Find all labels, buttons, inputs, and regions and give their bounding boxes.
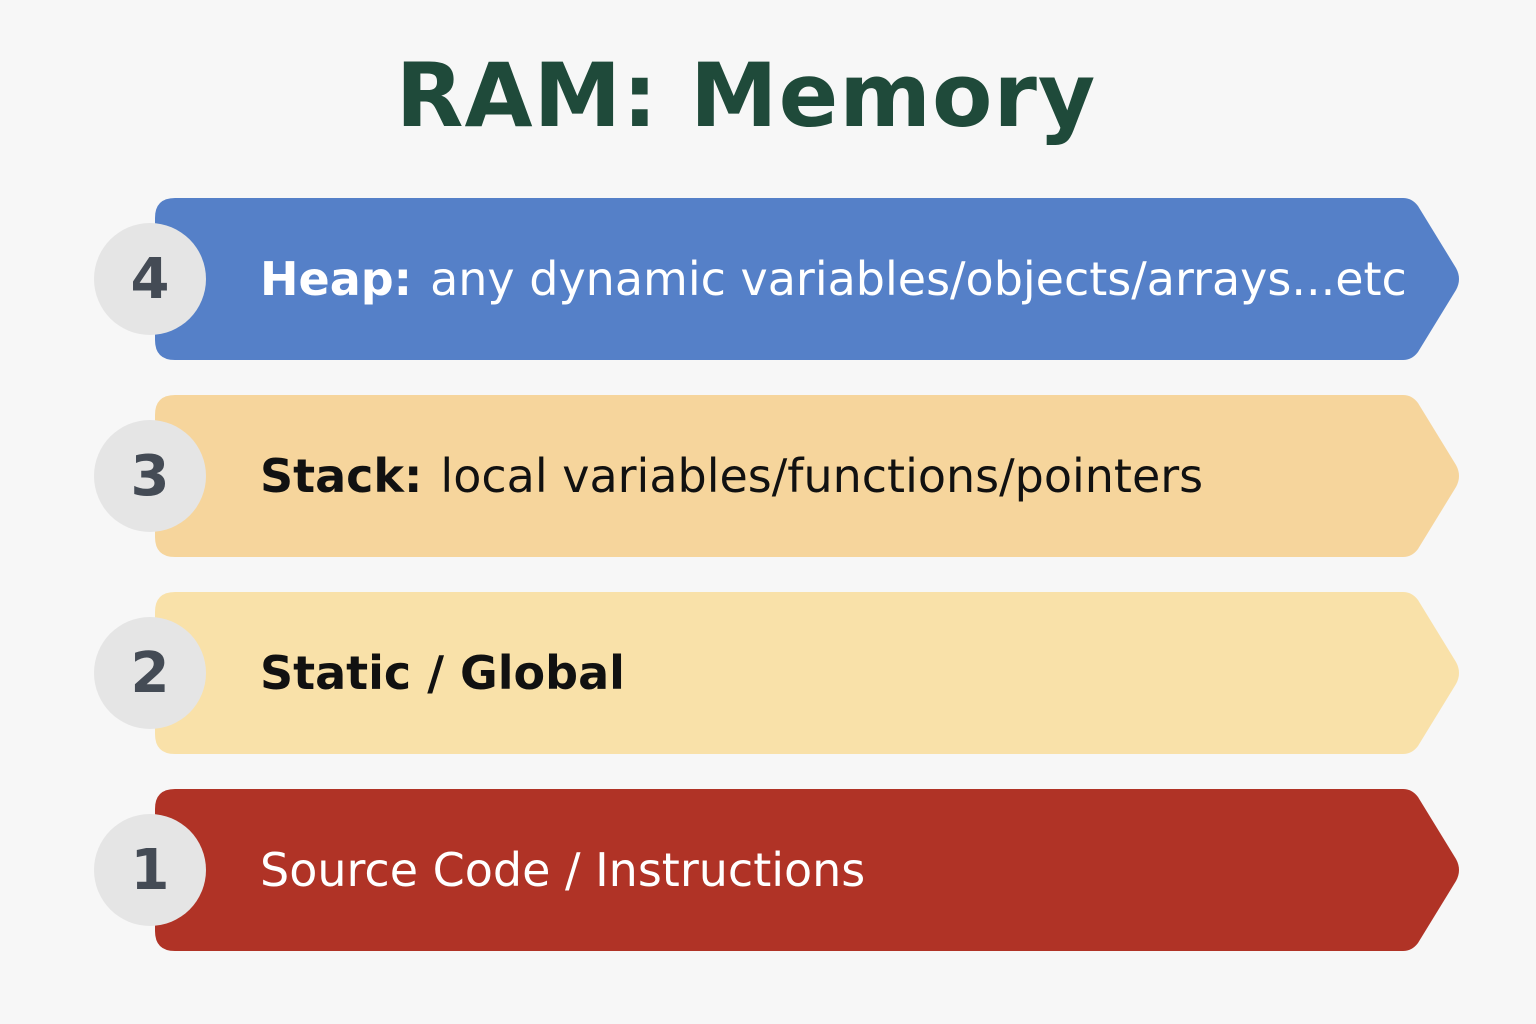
- segment-heap-number: 4: [94, 223, 206, 335]
- segment-static-global: 2 Static / Global: [0, 592, 1536, 754]
- segment-static-global-term: Static / Global: [260, 646, 625, 700]
- segment-stack-number: 3: [94, 420, 206, 532]
- diagram-title: RAM: Memory: [395, 44, 1097, 147]
- segment-stack-term: Stack:: [260, 449, 423, 503]
- segment-source-code-label: Source Code / Instructions: [260, 789, 865, 951]
- segment-heap-term: Heap:: [260, 252, 413, 306]
- segment-stack: 3 Stack: local variables/functions/point…: [0, 395, 1536, 557]
- segment-source-code-number: 1: [94, 814, 206, 926]
- segment-static-global-number: 2: [94, 617, 206, 729]
- segment-heap: 4 Heap: any dynamic variables/objects/ar…: [0, 198, 1536, 360]
- segment-static-global-shape: [155, 592, 1459, 754]
- segment-stack-label: Stack: local variables/functions/pointer…: [260, 395, 1203, 557]
- segment-source-code: 1 Source Code / Instructions: [0, 789, 1536, 951]
- segment-static-global-label: Static / Global: [260, 592, 643, 754]
- segment-heap-desc: any dynamic variables/objects/arrays...e…: [430, 252, 1407, 306]
- segment-source-code-term: Source Code / Instructions: [260, 843, 866, 897]
- segment-stack-desc: local variables/functions/pointers: [440, 449, 1204, 503]
- segment-heap-label: Heap: any dynamic variables/objects/arra…: [260, 198, 1407, 360]
